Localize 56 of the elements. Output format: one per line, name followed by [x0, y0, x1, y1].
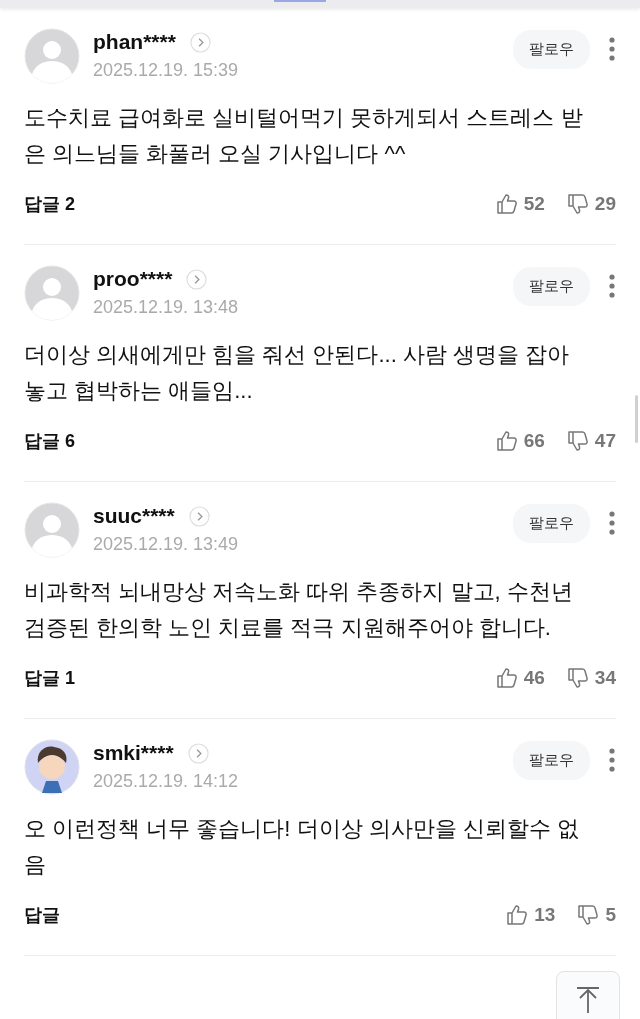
like-button[interactable]: 46	[495, 667, 545, 689]
like-button[interactable]: 13	[506, 904, 556, 926]
more-options-icon[interactable]	[608, 273, 616, 299]
avatar-icon	[24, 265, 80, 321]
dislike-button[interactable]: 47	[566, 430, 616, 452]
like-count: 66	[523, 430, 545, 452]
timestamp: 2025.12.19. 13:48	[93, 297, 240, 318]
timestamp: 2025.12.19. 14:12	[93, 771, 240, 792]
comment-text: 도수치료 급여화로 실비털어먹기 못하게되서 스트레스 받은 의느님들 화풀러 오실 기사입니다 ^^	[24, 104, 584, 168]
thumbs-up-icon	[495, 430, 518, 452]
dislike-button[interactable]: 5	[577, 904, 616, 926]
up-arrow-icon	[575, 984, 601, 1014]
username[interactable]: proo****	[93, 267, 173, 291]
tab-indicator	[274, 0, 326, 2]
dislike-button[interactable]: 34	[566, 667, 616, 689]
reply-link[interactable]: 답글	[24, 903, 60, 927]
dislike-button[interactable]: 29	[566, 193, 616, 215]
reply-link[interactable]: 답글 6	[24, 429, 75, 453]
more-options-icon[interactable]	[608, 36, 616, 62]
avatar-icon	[24, 739, 80, 795]
avatar-icon	[24, 502, 80, 558]
comment-text: 오 이런정책 너무 좋습니다! 더이상 의사만을 신뢰할수 없음	[24, 815, 580, 879]
avatar-icon	[24, 28, 80, 84]
thumbs-down-icon	[566, 193, 589, 215]
dislike-count: 47	[594, 430, 616, 452]
thumbs-up-icon	[506, 904, 529, 926]
follow-button[interactable]: 팔로우	[513, 30, 590, 69]
like-count: 52	[523, 193, 545, 215]
comment-text: 비과학적 뇌내망상 저속노화 따위 추종하지 말고, 수천년 검증된 한의학 노인 치료를 적극 지원해주어야 합니다.	[24, 578, 574, 642]
thumbs-up-icon	[495, 667, 518, 689]
like-count: 13	[534, 904, 556, 926]
like-button[interactable]: 66	[495, 430, 545, 452]
dislike-count: 34	[594, 667, 616, 689]
timestamp: 2025.12.19. 15:39	[93, 60, 240, 81]
username[interactable]: suuc****	[93, 504, 175, 528]
timestamp: 2025.12.19. 13:49	[93, 534, 240, 555]
dislike-count: 29	[594, 193, 616, 215]
more-options-icon[interactable]	[608, 510, 616, 536]
reply-link[interactable]: 답글 1	[24, 666, 75, 690]
scroll-to-top-button[interactable]	[556, 971, 620, 1019]
scrollbar	[635, 395, 638, 443]
like-button[interactable]: 52	[495, 193, 545, 215]
reply-link[interactable]: 답글 2	[24, 192, 75, 216]
follow-button[interactable]: 팔로우	[513, 504, 590, 543]
dislike-count: 5	[605, 904, 616, 926]
like-count: 46	[523, 667, 545, 689]
thumbs-down-icon	[577, 904, 600, 926]
follow-button[interactable]: 팔로우	[513, 267, 590, 306]
username[interactable]: phan****	[93, 30, 176, 54]
username[interactable]: smki****	[93, 741, 174, 765]
thumbs-down-icon	[566, 667, 589, 689]
comment-text: 더이상 의새에게만 힘을 줘선 안된다... 사람 생명을 잡아놓고 협박하는 애들임...	[24, 341, 571, 405]
more-options-icon[interactable]	[608, 747, 616, 773]
thumbs-up-icon	[495, 193, 518, 215]
follow-button[interactable]: 팔로우	[513, 741, 590, 780]
thumbs-down-icon	[566, 430, 589, 452]
